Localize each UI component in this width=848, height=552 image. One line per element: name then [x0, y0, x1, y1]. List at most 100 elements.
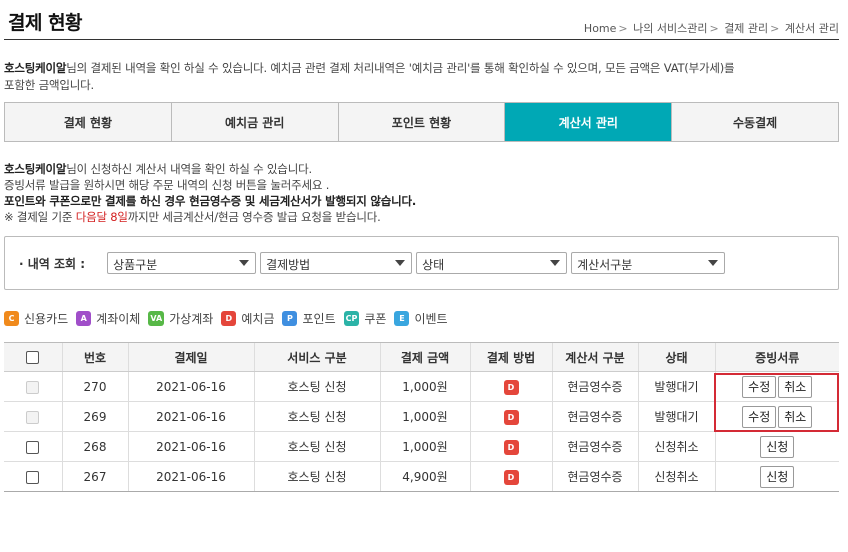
status-select[interactable]: 상태: [416, 252, 568, 274]
request-button[interactable]: 신청: [760, 435, 795, 458]
tab-manual-payment[interactable]: 수동결제: [672, 103, 838, 141]
row-service: 호스팅 신청: [253, 431, 380, 462]
tab-invoice[interactable]: 계산서 관리: [505, 103, 673, 141]
tab-payment-status[interactable]: 결제 현황: [5, 103, 172, 141]
legend-item-coupon: CP 쿠폰: [343, 310, 387, 327]
row-service: 호스팅 신청: [253, 401, 380, 432]
invoice-type-select[interactable]: 계산서구분: [571, 252, 726, 274]
breadcrumb-payment[interactable]: 결제 관리: [724, 22, 768, 35]
legend-item-card: C 신용카드: [4, 310, 68, 327]
row-invoice-type: 현금영수증: [551, 431, 638, 462]
tab-points[interactable]: 포인트 현황: [338, 103, 506, 141]
legend-item-event: E 이벤트: [394, 310, 448, 327]
breadcrumb-my-service[interactable]: 나의 서비스관리: [633, 22, 707, 35]
column-header: 결제일: [127, 342, 254, 372]
payment-method-select-value: 결제방법: [266, 258, 311, 272]
column-header: 증빙서류: [714, 342, 839, 372]
notice-text: 호스팅케이알님이 신청하신 계산서 내역을 확인 하실 수 있습니다. 증빙서류…: [4, 161, 416, 225]
row-amount: 1,000원: [379, 431, 470, 462]
chevron-down-icon: [550, 260, 561, 266]
breadcrumb: Home > 나의 서비스관리 > 결제 관리 > 계산서 관리: [584, 20, 839, 36]
event-badge-icon: E: [394, 311, 410, 326]
row-number: 270: [61, 371, 128, 402]
row-checkbox: [26, 380, 40, 394]
tab-deposit[interactable]: 예치금 관리: [171, 103, 339, 141]
intro-line1: 님의 결제된 내역을 확인 하실 수 있습니다. 예치금 관련 결제 처리내역은…: [66, 61, 735, 75]
row-method-cell: D: [469, 461, 552, 492]
row-actions: 신청: [714, 461, 839, 492]
row-amount: 4,900원: [379, 461, 470, 492]
deposit-badge-icon: D: [503, 379, 519, 395]
table-row: 268 2021-06-16 호스팅 신청 1,000원 D 현금영수증 신청취…: [4, 431, 839, 462]
product-type-select-value: 상품구분: [113, 258, 158, 272]
deposit-badge-icon: D: [503, 469, 519, 485]
row-actions: 수정 취소: [714, 371, 839, 402]
row-method-cell: D: [469, 371, 552, 402]
row-amount: 1,000원: [379, 371, 470, 402]
row-invoice-type: 현금영수증: [551, 401, 638, 432]
breadcrumb-invoice[interactable]: 계산서 관리: [785, 22, 839, 35]
row-select-cell: [4, 371, 62, 402]
tab-bar: 결제 현황 예치금 관리 포인트 현황 계산서 관리 수동결제: [4, 102, 839, 142]
virtual-account-badge-icon: VA: [148, 311, 165, 326]
request-button[interactable]: 신청: [760, 465, 795, 488]
brand-name: 호스팅케이알: [4, 61, 67, 75]
row-checkbox[interactable]: [26, 440, 40, 454]
edit-button[interactable]: 수정: [742, 375, 777, 398]
column-header: 서비스 구분: [253, 342, 380, 372]
notice-line4-suffix: 까지만 세금계산서/현금 영수증 발급 요청을 받습니다.: [127, 210, 381, 224]
column-header: 결제 방법: [469, 342, 552, 372]
row-method-cell: D: [469, 401, 552, 432]
legend-label: 쿠폰: [364, 312, 387, 326]
column-header: 번호: [61, 342, 128, 372]
select-all-cell: [4, 342, 62, 372]
intro-line2: 포함한 금액입니다.: [4, 78, 94, 92]
title-divider: [4, 39, 839, 40]
row-invoice-type: 현금영수증: [551, 371, 638, 402]
row-number: 269: [61, 401, 128, 432]
legend-label: 예치금: [241, 312, 275, 326]
transfer-badge-icon: A: [76, 311, 92, 326]
row-method-cell: D: [469, 431, 552, 462]
payment-method-select[interactable]: 결제방법: [260, 252, 413, 274]
deposit-badge-icon: D: [503, 409, 519, 425]
column-header: 상태: [637, 342, 715, 372]
legend-label: 이벤트: [414, 312, 448, 326]
cancel-button[interactable]: 취소: [778, 405, 813, 428]
row-checkbox[interactable]: [26, 470, 40, 484]
table-row: 269 2021-06-16 호스팅 신청 1,000원 D 현금영수증 발행대…: [4, 401, 839, 432]
cancel-button[interactable]: 취소: [778, 375, 813, 398]
invoice-type-select-value: 계산서구분: [577, 258, 633, 272]
coupon-badge-icon: CP: [343, 311, 360, 326]
row-status: 신청취소: [637, 461, 715, 492]
row-status: 발행대기: [637, 371, 715, 402]
row-date: 2021-06-16: [127, 461, 254, 492]
legend-item-point: P 포인트: [282, 310, 336, 327]
row-service: 호스팅 신청: [253, 371, 380, 402]
chevron-right-icon: >: [770, 22, 780, 35]
row-select-cell: [4, 461, 62, 492]
notice-line3: 포인트와 쿠폰으로만 결제를 하신 경우 현금영수증 및 세금계산서가 발행되지…: [4, 194, 417, 208]
row-select-cell: [4, 401, 62, 432]
filter-panel: · 내역 조회 : 상품구분 결제방법 상태 계산서구분: [4, 236, 839, 290]
row-select-cell: [4, 431, 62, 462]
select-all-checkbox[interactable]: [26, 351, 40, 364]
edit-button[interactable]: 수정: [742, 405, 777, 428]
table-row: 270 2021-06-16 호스팅 신청 1,000원 D 현금영수증 발행대…: [4, 371, 839, 402]
notice-deadline: 다음달 8일: [75, 210, 128, 224]
filter-label: · 내역 조회 :: [19, 256, 86, 271]
chevron-right-icon: >: [709, 22, 719, 35]
row-date: 2021-06-16: [127, 371, 254, 402]
product-type-select[interactable]: 상품구분: [107, 252, 257, 274]
legend-label: 계좌이체: [96, 312, 141, 326]
payment-method-legend: C 신용카드 A 계좌이체 VA 가상계좌 D 예치금 P 포인트 CP 쿠폰 E 이벤트: [4, 310, 456, 327]
row-status: 신청취소: [637, 431, 715, 462]
brand-name: 호스팅케이알: [4, 162, 67, 176]
chevron-down-icon: [395, 260, 406, 266]
row-actions: 신청: [714, 431, 839, 462]
legend-label: 가상계좌: [169, 312, 214, 326]
breadcrumb-home[interactable]: Home: [584, 22, 616, 35]
chevron-down-icon: [239, 260, 250, 266]
invoice-table: 번호 결제일 서비스 구분 결제 금액 결제 방법 계산서 구분 상태 증빙서류…: [4, 342, 839, 492]
point-badge-icon: P: [282, 311, 298, 326]
